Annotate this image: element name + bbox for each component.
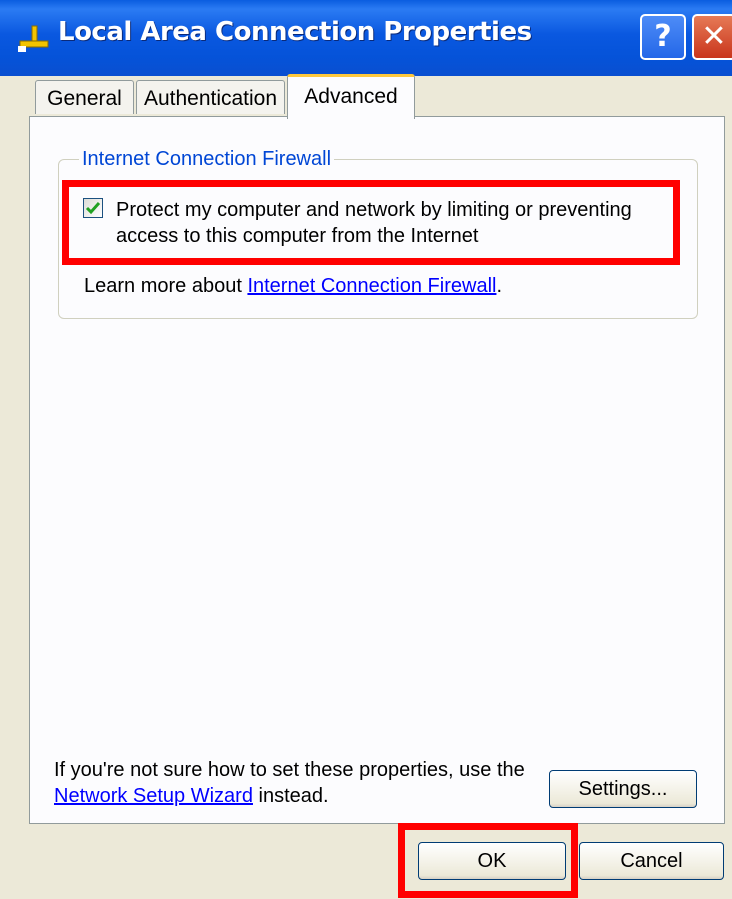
- cancel-button[interactable]: Cancel: [579, 842, 724, 880]
- highlight-firewall-checkbox: [62, 180, 680, 265]
- tab-authentication[interactable]: Authentication: [136, 80, 285, 114]
- title-bar[interactable]: Local Area Connection Properties ? ✕: [0, 0, 732, 76]
- close-button[interactable]: ✕: [692, 14, 732, 60]
- settings-button[interactable]: Settings...: [549, 770, 697, 808]
- tab-general[interactable]: General: [35, 80, 134, 114]
- firewall-help-link[interactable]: Internet Connection Firewall: [247, 275, 496, 297]
- learn-more-suffix: .: [496, 275, 503, 297]
- network-connection-icon: [18, 25, 49, 52]
- hint-text-before: If you're not sure how to set these prop…: [54, 759, 525, 781]
- hint-text-after: instead.: [252, 785, 329, 807]
- learn-more-text: Learn more about Internet Connection Fir…: [84, 275, 502, 298]
- window-title: Local Area Connection Properties: [58, 17, 532, 47]
- tab-advanced[interactable]: Advanced: [287, 74, 415, 119]
- network-setup-wizard-link[interactable]: Network Setup Wizard: [54, 785, 253, 807]
- highlight-ok-button: [398, 823, 578, 898]
- learn-more-prefix: Learn more about: [84, 275, 248, 297]
- setup-hint-text: If you're not sure how to set these prop…: [54, 757, 534, 809]
- help-button[interactable]: ?: [640, 14, 686, 60]
- firewall-group-title: Internet Connection Firewall: [79, 148, 335, 171]
- properties-dialog: Local Area Connection Properties ? ✕ Gen…: [0, 0, 732, 899]
